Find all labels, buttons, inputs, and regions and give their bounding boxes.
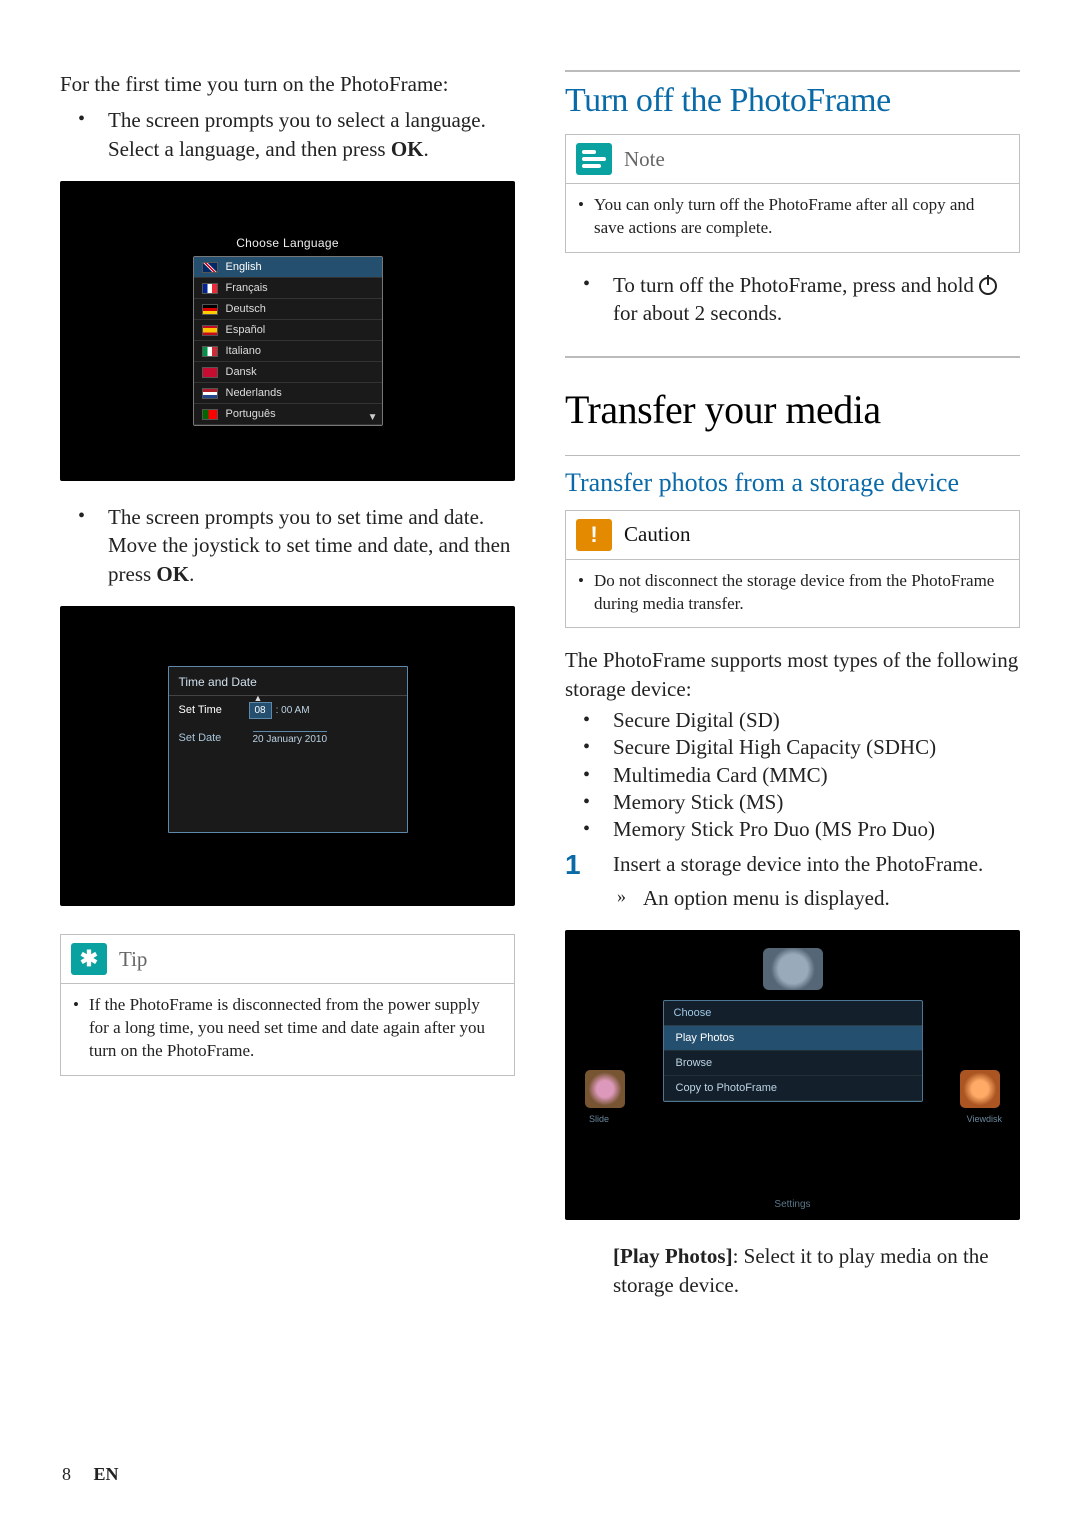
- settings-label: Settings: [565, 1199, 1020, 1210]
- language-list: English Français Deutsch Español Italian…: [193, 256, 383, 426]
- caution-icon: !: [576, 519, 612, 551]
- language-item-portugues[interactable]: Português: [194, 404, 382, 425]
- option-menu-title: Choose: [664, 1001, 922, 1026]
- support-paragraph: The PhotoFrame supports most types of th…: [565, 646, 1020, 703]
- figure-option-menu: Slide Viewdisk Choose Play Photos Browse…: [565, 930, 1020, 1220]
- menu-item-play-photos[interactable]: Play Photos: [664, 1026, 922, 1051]
- setup-list: The screen prompts you to select a langu…: [60, 106, 515, 163]
- intro-paragraph: For the first time you turn on the Photo…: [60, 70, 515, 98]
- language-menu-title: Choose Language: [193, 236, 383, 250]
- heading-transfer-photos: Transfer photos from a storage device: [565, 455, 1020, 498]
- figure-choose-language: Choose Language English Français Deutsch…: [60, 181, 515, 481]
- flag-icon: [202, 304, 218, 315]
- hour-field[interactable]: ▲08: [249, 702, 272, 719]
- language-item-english[interactable]: English: [194, 257, 382, 278]
- storage-devices-list: Secure Digital (SD) Secure Digital High …: [565, 707, 1020, 843]
- flag-icon: [202, 388, 218, 399]
- tip-text: If the PhotoFrame is disconnected from t…: [73, 994, 502, 1063]
- caution-label: Caution: [624, 522, 691, 547]
- setup-list-continued: The screen prompts you to set time and d…: [60, 503, 515, 588]
- tip-callout: ✱ Tip If the PhotoFrame is disconnected …: [60, 934, 515, 1076]
- language-item-nederlands[interactable]: Nederlands: [194, 383, 382, 404]
- setup-step-language: The screen prompts you to select a langu…: [60, 106, 515, 163]
- rule: [565, 356, 1020, 358]
- flag-icon: [202, 346, 218, 357]
- menu-item-browse[interactable]: Browse: [664, 1051, 922, 1076]
- steps-list: 1 Insert a storage device into the Photo…: [565, 850, 1020, 913]
- viewdisk-icon: [960, 1070, 1000, 1108]
- viewdisk-label: Viewdisk: [967, 1114, 1002, 1124]
- language-item-italiano[interactable]: Italiano: [194, 341, 382, 362]
- rule: [565, 70, 1020, 72]
- slideshow-label: Slide: [589, 1114, 609, 1124]
- flag-icon: [202, 367, 218, 378]
- note-text: You can only turn off the PhotoFrame aft…: [578, 194, 1007, 240]
- note-callout: Note You can only turn off the PhotoFram…: [565, 134, 1020, 253]
- storage-top-icon: [763, 948, 823, 990]
- play-photos-description: [Play Photos]: Select it to play media o…: [565, 1242, 1020, 1299]
- caution-text: Do not disconnect the storage device fro…: [578, 570, 1007, 616]
- scroll-down-icon[interactable]: ▼: [368, 412, 378, 423]
- language-item-francais[interactable]: Français: [194, 278, 382, 299]
- set-time-row[interactable]: Set Time ▲08 : 00 AM: [169, 696, 407, 724]
- option-menu: Choose Play Photos Browse Copy to PhotoF…: [663, 1000, 923, 1102]
- flag-icon: [202, 409, 218, 420]
- setup-step-timedate: The screen prompts you to set time and d…: [60, 503, 515, 588]
- flag-icon: [202, 325, 218, 336]
- menu-item-copy[interactable]: Copy to PhotoFrame: [664, 1076, 922, 1101]
- device-sdhc: Secure Digital High Capacity (SDHC): [565, 734, 1020, 761]
- language-item-deutsch[interactable]: Deutsch: [194, 299, 382, 320]
- power-icon: [979, 277, 997, 295]
- heading-turn-off: Turn off the PhotoFrame: [565, 82, 1020, 120]
- step-number: 1: [565, 846, 581, 884]
- note-icon: [576, 143, 612, 175]
- turnoff-step: To turn off the PhotoFrame, press and ho…: [565, 271, 1020, 328]
- device-ms: Memory Stick (MS): [565, 789, 1020, 816]
- page-number: 8: [62, 1464, 71, 1484]
- heading-transfer-media: Transfer your media: [565, 386, 1020, 433]
- flag-icon: [202, 283, 218, 294]
- tip-icon: ✱: [71, 943, 107, 975]
- page-footer: 8 EN: [62, 1464, 119, 1485]
- caution-callout: ! Caution Do not disconnect the storage …: [565, 510, 1020, 629]
- device-sd: Secure Digital (SD): [565, 707, 1020, 734]
- step-1: 1 Insert a storage device into the Photo…: [565, 850, 1020, 913]
- figure-time-and-date: Time and Date Set Time ▲08 : 00 AM Set D…: [60, 606, 515, 906]
- note-label: Note: [624, 147, 665, 172]
- language-item-espanol[interactable]: Español: [194, 320, 382, 341]
- tip-label: Tip: [119, 947, 147, 972]
- flag-icon: [202, 262, 218, 273]
- language-item-dansk[interactable]: Dansk: [194, 362, 382, 383]
- footer-language: EN: [94, 1464, 119, 1484]
- device-mspd: Memory Stick Pro Duo (MS Pro Duo): [565, 816, 1020, 843]
- slideshow-icon: [585, 1070, 625, 1108]
- turnoff-list: To turn off the PhotoFrame, press and ho…: [565, 271, 1020, 328]
- device-mmc: Multimedia Card (MMC): [565, 762, 1020, 789]
- step-result: An option menu is displayed.: [613, 884, 1020, 912]
- set-date-row[interactable]: Set Date 20 January 2010: [169, 724, 407, 752]
- timedate-title: Time and Date: [169, 667, 407, 696]
